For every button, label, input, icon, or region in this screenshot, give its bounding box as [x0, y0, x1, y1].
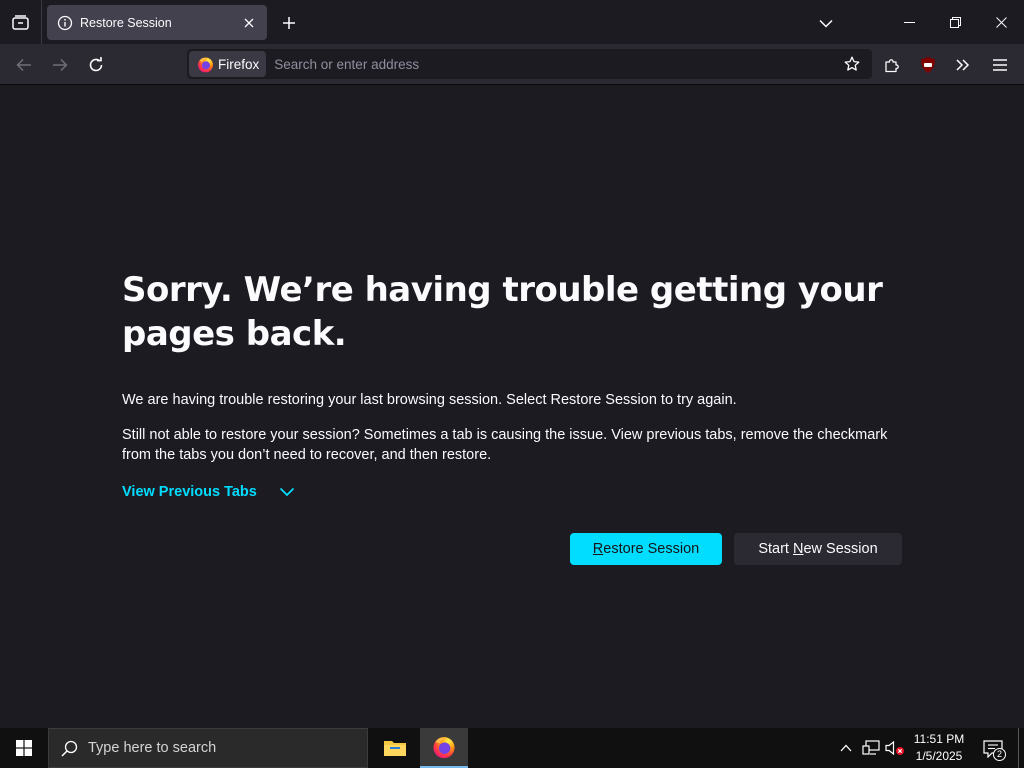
close-icon — [995, 16, 1007, 28]
network-icon — [862, 740, 880, 755]
app-menu-button[interactable] — [987, 52, 1013, 78]
start-new-session-button[interactable]: Start New Session — [734, 533, 902, 565]
taskbar-clock[interactable]: 11:51 PM 1/5/2025 — [908, 731, 970, 765]
tab-restore-session[interactable]: Restore Session — [47, 5, 267, 40]
restore-description: We are having trouble restoring your las… — [122, 392, 737, 408]
page-title: Sorry. We’re having trouble getting your… — [122, 270, 883, 354]
arrow-right-icon — [53, 58, 68, 72]
network-status-button[interactable] — [861, 738, 881, 758]
speaker-muted-icon — [885, 740, 904, 756]
restore-session-button[interactable]: Restore Session — [570, 533, 722, 565]
taskbar-search-box[interactable]: Type here to search — [48, 728, 368, 768]
ublock-origin-button[interactable] — [915, 52, 941, 78]
address-input[interactable] — [266, 51, 840, 77]
action-center-button[interactable]: 2 — [980, 737, 1006, 761]
show-hidden-icons-button[interactable] — [836, 738, 856, 758]
notification-count-badge: 2 — [993, 748, 1006, 761]
tab-overview-button[interactable] — [0, 0, 42, 44]
info-icon — [57, 15, 73, 31]
url-bar: Firefox — [187, 49, 872, 79]
taskbar-firefox[interactable] — [420, 728, 468, 768]
overflow-menu-button[interactable] — [950, 52, 976, 78]
identity-label: Firefox — [218, 56, 260, 72]
chevron-down-icon — [279, 487, 294, 497]
page-content: Sorry. We’re having trouble getting your… — [0, 85, 1024, 728]
star-icon — [844, 56, 860, 71]
reload-icon — [89, 57, 103, 72]
volume-button[interactable] — [885, 738, 905, 758]
arrow-left-icon — [16, 58, 31, 72]
new-tab-button[interactable] — [278, 12, 300, 34]
clock-date: 1/5/2025 — [915, 749, 963, 763]
window-minimize-button[interactable] — [886, 0, 932, 44]
tab-strip: Restore Session — [0, 0, 1024, 44]
close-icon — [244, 18, 254, 27]
forward-button[interactable] — [46, 52, 74, 78]
minimize-icon — [903, 21, 915, 23]
restore-down-icon — [949, 16, 961, 28]
tab-close-button[interactable] — [241, 15, 257, 31]
double-chevron-right-icon — [956, 59, 970, 71]
window-restore-button[interactable] — [932, 0, 978, 44]
show-desktop-button[interactable] — [1018, 728, 1024, 768]
search-icon — [61, 740, 78, 757]
tab-title: Restore Session — [80, 15, 172, 30]
firefox-logo-icon — [433, 737, 455, 759]
chevron-up-icon — [840, 744, 852, 752]
plus-icon — [283, 17, 295, 29]
view-previous-tabs-toggle[interactable]: View Previous Tabs — [122, 484, 295, 500]
reload-button[interactable] — [82, 52, 110, 78]
back-button[interactable] — [10, 52, 38, 78]
clock-time: 11:51 PM — [913, 732, 965, 746]
firefox-logo-icon — [198, 56, 213, 72]
window-close-button[interactable] — [978, 0, 1024, 44]
extensions-button[interactable] — [879, 52, 905, 78]
view-previous-tabs-label: View Previous Tabs — [122, 484, 257, 500]
start-button[interactable] — [0, 728, 48, 768]
identity-box[interactable]: Firefox — [189, 51, 267, 77]
taskbar-file-explorer[interactable] — [371, 728, 419, 768]
folder-icon — [384, 741, 406, 756]
windows-logo-icon — [16, 740, 32, 756]
windows-taskbar: Type here to search 11:51 PM 1/5/2025 2 — [0, 728, 1024, 768]
bookmark-button[interactable] — [840, 52, 864, 76]
ublock-origin-icon — [921, 57, 935, 73]
chevron-down-icon — [819, 19, 833, 28]
taskbar-search-placeholder: Type here to search — [88, 740, 217, 756]
list-all-tabs-button[interactable] — [815, 12, 837, 34]
tab-overview-icon — [12, 14, 29, 30]
puzzle-icon — [885, 59, 899, 73]
hamburger-menu-icon — [993, 59, 1007, 71]
navigation-toolbar: Firefox — [0, 44, 1024, 85]
troubleshoot-description: Still not able to restore your session? … — [122, 427, 888, 463]
